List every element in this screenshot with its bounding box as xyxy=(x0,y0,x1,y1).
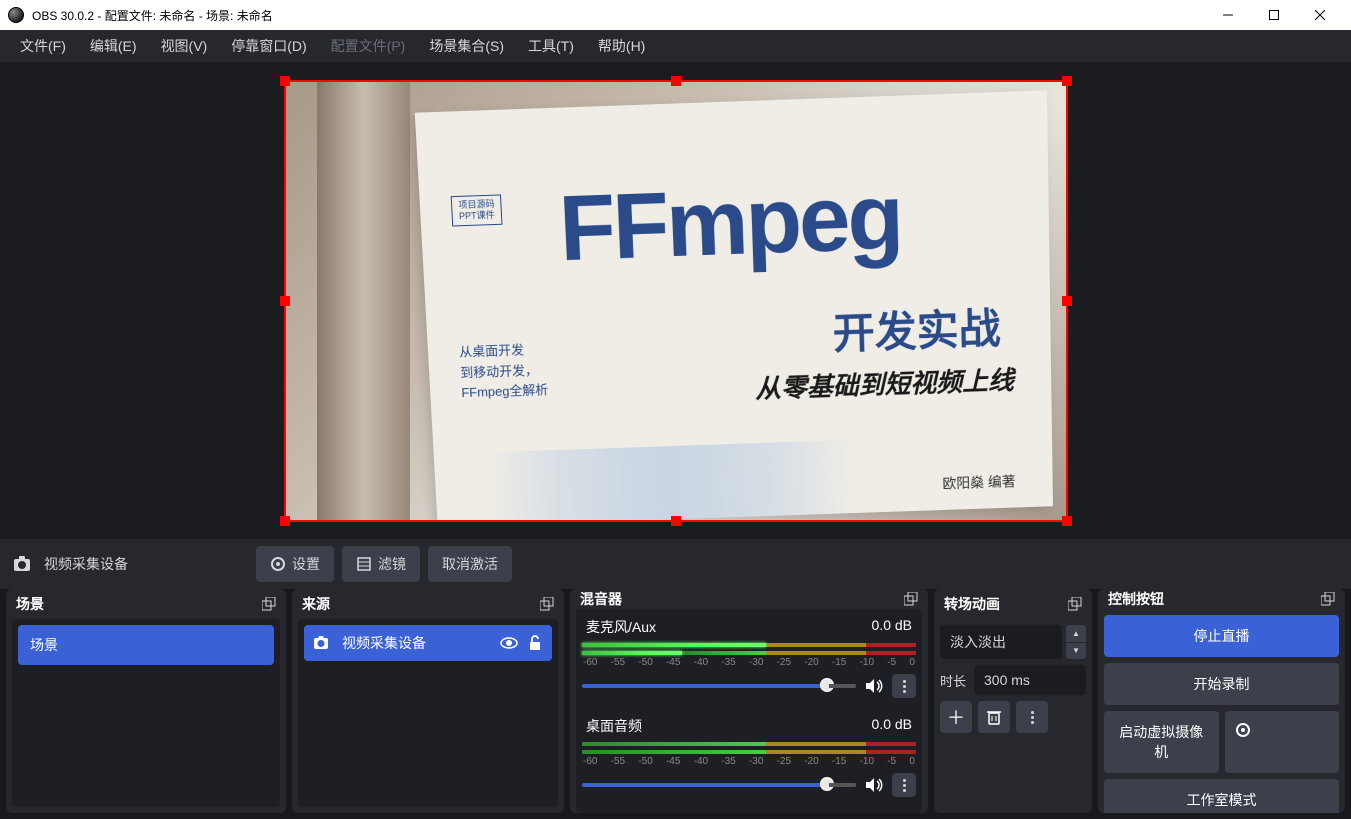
lock-icon[interactable] xyxy=(528,635,542,651)
source-toolbar: 视频采集设备 设置 滤镜 取消激活 xyxy=(0,539,1351,589)
sources-dock: 来源 视频采集设备 xyxy=(292,589,564,813)
menu-help[interactable]: 帮助(H) xyxy=(586,30,657,62)
source-deactivate-button[interactable]: 取消激活 xyxy=(428,546,512,582)
source-filters-button[interactable]: 滤镜 xyxy=(342,546,420,582)
gear-icon xyxy=(270,556,286,572)
meter-scale: -60-55-50-45-40-35-30-25-20-15-10-50 xyxy=(582,657,916,668)
menu-bar: 文件(F) 编辑(E) 视图(V) 停靠窗口(D) 配置文件(P) 场景集合(S… xyxy=(0,30,1351,63)
transitions-dock-title: 转场动画 xyxy=(944,594,1000,614)
selection-handle-tm[interactable] xyxy=(671,76,681,86)
eye-icon[interactable] xyxy=(500,637,518,649)
camera-icon xyxy=(314,636,332,650)
volume-slider[interactable] xyxy=(582,783,856,787)
selection-handle-bm[interactable] xyxy=(671,516,681,526)
book-title: FFmpeg xyxy=(557,164,902,282)
selection-handle-ml[interactable] xyxy=(280,296,290,306)
menu-dock[interactable]: 停靠窗口(D) xyxy=(219,30,318,62)
preview-area[interactable]: 项目源码PPT课件 FFmpeg 从桌面开发到移动开发，FFmpeg全解析 开发… xyxy=(0,63,1351,539)
camera-icon xyxy=(14,556,34,572)
mixer-channel-name: 麦克风/Aux xyxy=(586,617,656,637)
audio-meter xyxy=(582,750,916,754)
mixer-options-button[interactable] xyxy=(892,773,916,797)
duration-input[interactable]: 300 ms xyxy=(974,665,1086,695)
docks-row: 场景 场景 来源 视频采集设备 混音器 xyxy=(0,589,1351,819)
window-maximize-button[interactable] xyxy=(1251,0,1297,30)
book-author: 欧阳燊 编著 xyxy=(942,472,1015,494)
audio-meter xyxy=(582,643,916,647)
selection-handle-br[interactable] xyxy=(1062,516,1072,526)
menu-profile[interactable]: 配置文件(P) xyxy=(319,30,418,62)
add-transition-button[interactable]: ＋ xyxy=(940,701,972,733)
meter-scale: -60-55-50-45-40-35-30-25-20-15-10-50 xyxy=(582,756,916,767)
book-subtitle-right: 开发实战 xyxy=(832,294,1001,361)
start-recording-button[interactable]: 开始录制 xyxy=(1104,663,1339,705)
dock-popout-icon[interactable] xyxy=(1321,592,1335,606)
speaker-icon[interactable] xyxy=(864,678,884,694)
studio-mode-button[interactable]: 工作室模式 xyxy=(1104,779,1339,813)
audio-meter xyxy=(582,651,916,655)
window-close-button[interactable] xyxy=(1297,0,1343,30)
transition-up-button[interactable]: ▲ xyxy=(1066,625,1086,643)
transitions-dock: 转场动画 淡入淡出 ▲ ▼ 时长 300 ms ＋ xyxy=(934,589,1092,813)
filters-icon xyxy=(356,556,372,572)
sources-dock-title: 来源 xyxy=(302,594,330,614)
book-tagline: 从零基础到短视频上线 xyxy=(754,360,1014,406)
selection-handle-tl[interactable] xyxy=(280,76,290,86)
duration-label: 时长 xyxy=(940,671,966,690)
source-settings-button[interactable]: 设置 xyxy=(256,546,334,582)
book-badge: 项目源码PPT课件 xyxy=(451,195,503,227)
delete-transition-button[interactable] xyxy=(978,701,1010,733)
dock-popout-icon[interactable] xyxy=(262,597,276,611)
obs-logo-icon xyxy=(8,7,24,23)
mixer-channel-level: 0.0 dB xyxy=(872,716,912,736)
book-subtitle-left: 从桌面开发到移动开发，FFmpeg全解析 xyxy=(459,339,549,404)
dock-popout-icon[interactable] xyxy=(904,592,918,606)
gear-icon xyxy=(1235,722,1251,738)
mixer-channel-mic: 麦克风/Aux 0.0 dB -60-55-50-45-40-35-30-25-… xyxy=(582,615,916,698)
mixer-dock-title: 混音器 xyxy=(580,589,622,609)
selected-source-label: 视频采集设备 xyxy=(14,554,248,574)
transition-options-button[interactable] xyxy=(1016,701,1048,733)
transition-down-button[interactable]: ▼ xyxy=(1066,643,1086,660)
window-title: OBS 30.0.2 - 配置文件: 未命名 - 场景: 未命名 xyxy=(32,7,273,24)
scene-list-item[interactable]: 场景 xyxy=(18,625,274,665)
selection-handle-bl[interactable] xyxy=(280,516,290,526)
volume-slider[interactable] xyxy=(582,684,856,688)
controls-dock: 控制按钮 停止直播 开始录制 启动虚拟摄像机 工作室模式 xyxy=(1098,589,1345,813)
mixer-dock: 混音器 麦克风/Aux 0.0 dB -60-55-50-45-40-35-30… xyxy=(570,589,928,813)
selection-handle-tr[interactable] xyxy=(1062,76,1072,86)
start-virtual-camera-button[interactable]: 启动虚拟摄像机 xyxy=(1104,711,1219,773)
audio-meter xyxy=(582,742,916,746)
source-item-label: 视频采集设备 xyxy=(342,633,426,653)
menu-tools[interactable]: 工具(T) xyxy=(516,30,586,62)
virtual-camera-settings-button[interactable] xyxy=(1225,711,1340,773)
dock-popout-icon[interactable] xyxy=(1068,597,1082,611)
scenes-dock: 场景 场景 xyxy=(6,589,286,813)
video-source-preview[interactable]: 项目源码PPT课件 FFmpeg 从桌面开发到移动开发，FFmpeg全解析 开发… xyxy=(286,82,1066,520)
mixer-options-button[interactable] xyxy=(892,674,916,698)
selection-handle-mr[interactable] xyxy=(1062,296,1072,306)
menu-file[interactable]: 文件(F) xyxy=(8,30,78,62)
controls-dock-title: 控制按钮 xyxy=(1108,589,1164,609)
transition-select[interactable]: 淡入淡出 xyxy=(940,625,1062,659)
mixer-channel-name: 桌面音频 xyxy=(586,716,642,736)
preview-canvas[interactable]: 项目源码PPT课件 FFmpeg 从桌面开发到移动开发，FFmpeg全解析 开发… xyxy=(286,82,1066,520)
dock-popout-icon[interactable] xyxy=(540,597,554,611)
stop-streaming-button[interactable]: 停止直播 xyxy=(1104,615,1339,657)
menu-scene-collection[interactable]: 场景集合(S) xyxy=(417,30,516,62)
scenes-dock-title: 场景 xyxy=(16,594,44,614)
menu-view[interactable]: 视图(V) xyxy=(149,30,220,62)
menu-edit[interactable]: 编辑(E) xyxy=(78,30,149,62)
source-list-item[interactable]: 视频采集设备 xyxy=(304,625,552,661)
title-bar: OBS 30.0.2 - 配置文件: 未命名 - 场景: 未命名 xyxy=(0,0,1351,30)
mixer-channel-desktop: 桌面音频 0.0 dB -60-55-50-45-40-35-30-25-20-… xyxy=(582,714,916,797)
mixer-channel-level: 0.0 dB xyxy=(872,617,912,637)
window-minimize-button[interactable] xyxy=(1205,0,1251,30)
speaker-icon[interactable] xyxy=(864,777,884,793)
